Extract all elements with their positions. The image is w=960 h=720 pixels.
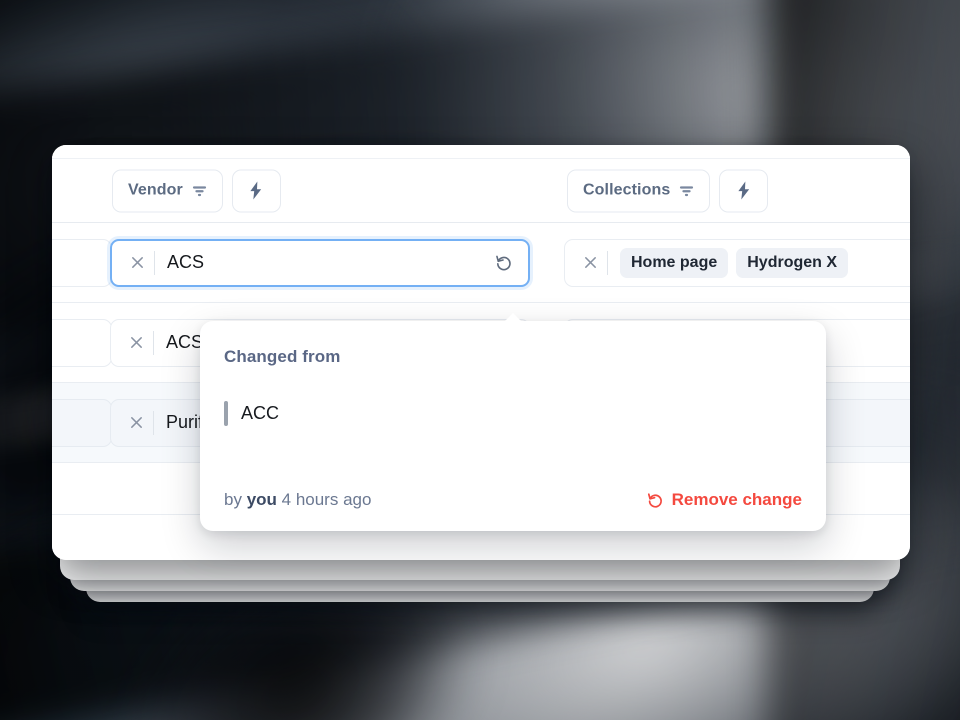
lightning-bolt-icon	[248, 181, 264, 200]
close-x-icon[interactable]	[124, 255, 150, 270]
row-stub-cell-area	[52, 238, 112, 287]
row-stub-cell-area	[52, 318, 112, 367]
column-action-button-collections[interactable]	[719, 169, 769, 212]
column-filter-chip-vendor[interactable]: Vendor	[112, 169, 223, 212]
column-filter-chip-collections[interactable]: Collections	[567, 169, 711, 212]
collection-tag[interactable]: Hydrogen X	[736, 247, 849, 278]
remove-change-label: Remove change	[671, 490, 802, 509]
column-label-collections: Collections	[583, 181, 671, 199]
quote-bar	[224, 401, 228, 426]
collections-cell-area: Home page Hydrogen X	[564, 238, 910, 287]
popover-footer: by you 4 hours ago Remove change	[224, 490, 802, 510]
column-toolbar: Vendor Collections	[52, 159, 910, 223]
cell-divider	[153, 410, 154, 435]
vendor-value: ACS	[166, 332, 204, 352]
filter-icon	[679, 183, 694, 198]
lightning-bolt-icon	[736, 181, 752, 200]
collection-tag[interactable]: Home page	[620, 247, 729, 278]
cell-divider	[607, 250, 608, 275]
clipped-cell[interactable]	[52, 238, 112, 287]
revert-arrow-icon[interactable]	[490, 253, 516, 272]
change-history-popover: Changed from ACC by you 4 hours ago Remo…	[200, 313, 826, 531]
attribution-prefix: by	[224, 490, 247, 509]
column-action-button-vendor[interactable]	[231, 169, 281, 212]
popover-previous-value-row: ACC	[224, 401, 802, 426]
previous-value: ACC	[241, 403, 280, 423]
change-attribution: by you 4 hours ago	[224, 490, 371, 510]
collections-cell[interactable]: Home page Hydrogen X	[564, 238, 910, 287]
row-stub-cell-area	[52, 398, 112, 447]
remove-change-button[interactable]: Remove change	[646, 490, 802, 510]
revert-arrow-icon	[646, 491, 664, 509]
panel-top-strip	[52, 145, 910, 159]
vendor-cell-area: ACS	[110, 238, 530, 287]
attribution-author: you	[246, 490, 277, 509]
cell-divider	[154, 250, 155, 275]
attribution-timestamp: 4 hours ago	[276, 490, 372, 509]
cell-divider	[153, 330, 154, 355]
column-group-collections: Collections	[567, 169, 769, 212]
collections-tag-list: Home page Hydrogen X	[620, 247, 849, 278]
vendor-value: ACS	[167, 252, 205, 272]
filter-icon	[192, 183, 207, 198]
column-group-vendor: Vendor	[112, 169, 281, 212]
popover-title: Changed from	[224, 347, 341, 366]
close-x-icon[interactable]	[123, 335, 149, 350]
close-x-icon[interactable]	[577, 255, 603, 270]
column-label-vendor: Vendor	[128, 181, 183, 199]
clipped-cell[interactable]	[52, 398, 112, 447]
clipped-cell[interactable]	[52, 318, 112, 367]
vendor-cell[interactable]: ACS	[110, 238, 530, 287]
table-row: ACS Home page Hydrogen X	[52, 223, 910, 303]
close-x-icon[interactable]	[123, 415, 149, 430]
